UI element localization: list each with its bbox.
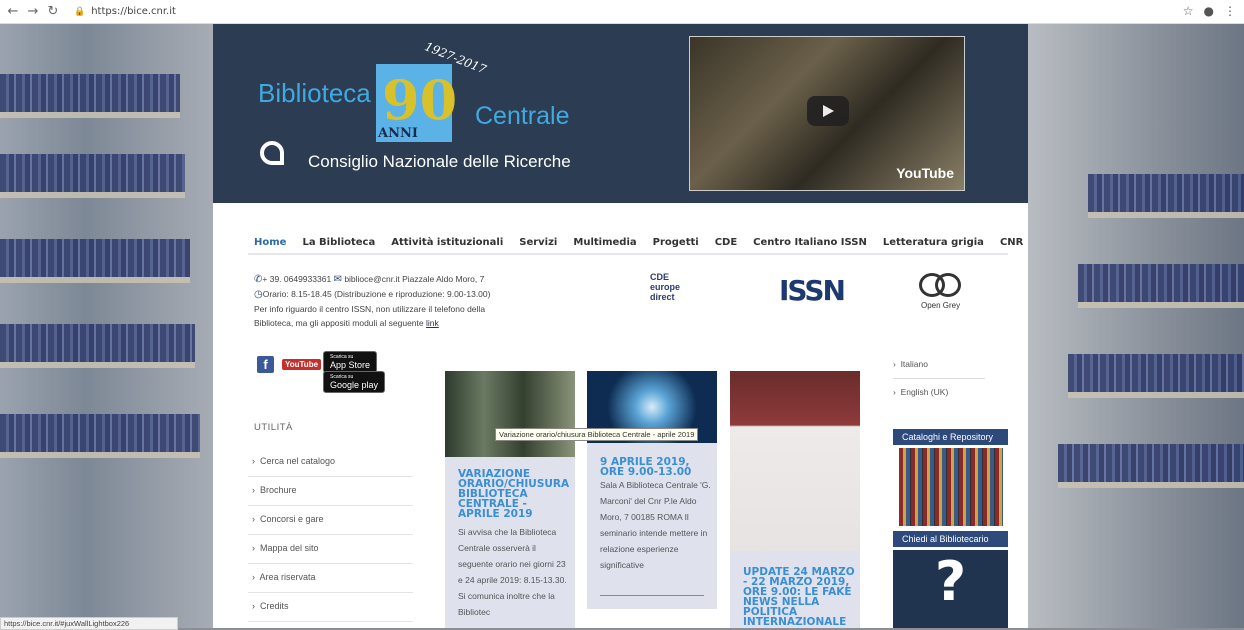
sidebar-item-concorsi[interactable]: › Concorsi e gare bbox=[248, 506, 413, 535]
play-icon[interactable] bbox=[807, 96, 849, 126]
star-icon[interactable]: ☆ bbox=[1183, 4, 1194, 18]
lang-italiano[interactable]: › Italiano bbox=[893, 359, 928, 369]
video-player[interactable]: YouTube bbox=[689, 36, 965, 191]
banner-chiedi[interactable]: Chiedi al Bibliotecario bbox=[893, 531, 1008, 547]
youtube-logo[interactable]: YouTube bbox=[896, 165, 954, 181]
main-menu: Home La Biblioteca Attività istituzional… bbox=[254, 237, 1023, 248]
menu-progetti[interactable]: Progetti bbox=[653, 237, 699, 248]
sidebar-item-mappa[interactable]: › Mappa del sito bbox=[248, 535, 413, 564]
news-image-1[interactable] bbox=[445, 371, 575, 457]
address-bar[interactable]: https://bice.cnr.it bbox=[91, 6, 176, 17]
lang-english[interactable]: › English (UK) bbox=[893, 387, 948, 397]
news-title-2[interactable]: 9 APRILE 2019, ORE 9.00-13.00 bbox=[600, 457, 712, 478]
clock-icon: ◷ bbox=[254, 289, 263, 300]
contact-info: ✆+ 39. 0649933361 ✉ biblioce@cnr.it Piaz… bbox=[254, 272, 504, 330]
org-name: Consiglio Nazionale delle Ricerche bbox=[308, 152, 571, 171]
sidebar-item-credits[interactable]: › Credits bbox=[248, 593, 413, 622]
menu-issn[interactable]: Centro Italiano ISSN bbox=[753, 237, 867, 248]
phone: + 39. 0649933361 bbox=[262, 274, 332, 284]
email[interactable]: biblioce@cnr.it bbox=[344, 274, 399, 284]
news-card-3[interactable]: UPDATE 24 MARZO - 22 MARZO 2019, ORE 9.0… bbox=[730, 371, 860, 628]
browser-toolbar: ← → ↻ 🔒 https://bice.cnr.it ☆ ● ⋮ bbox=[0, 0, 1244, 24]
cde-logo[interactable]: CDE europe direct bbox=[650, 272, 700, 302]
account-icon[interactable]: ● bbox=[1204, 4, 1214, 18]
page-content: Biblioteca 90 ANNI 1927-2017 Centrale Con… bbox=[213, 24, 1028, 628]
sidebar-title: UTILITÀ bbox=[254, 422, 293, 433]
news-divider-2 bbox=[600, 595, 704, 596]
youtube-icon[interactable]: YouTube bbox=[282, 359, 322, 370]
google-play-badge[interactable]: Scarica su Google play bbox=[323, 371, 386, 393]
logo-90: 90 ANNI bbox=[376, 64, 457, 142]
lang-divider bbox=[893, 378, 985, 379]
status-bar: https://bice.cnr.it/#juxWallLightbox226 bbox=[0, 617, 178, 630]
email-icon: ✉ bbox=[333, 274, 342, 285]
background-left bbox=[0, 24, 213, 628]
news-image-3[interactable] bbox=[730, 371, 860, 551]
issn-link[interactable]: link bbox=[426, 318, 439, 328]
social-links: f YouTube bbox=[257, 356, 322, 373]
news-title-1[interactable]: VARIAZIONE ORARIO/CHIUSURA BIBLIOTECA CE… bbox=[458, 469, 570, 520]
news-text-1: Si avvisa che la Biblioteca Centrale oss… bbox=[458, 527, 567, 617]
menu-servizi[interactable]: Servizi bbox=[519, 237, 557, 248]
app-store-badge[interactable]: Scarica su App Store bbox=[323, 351, 378, 373]
logo-centrale: Centrale bbox=[475, 102, 570, 130]
background-right bbox=[1028, 24, 1244, 628]
sidebar-item-area-riservata[interactable]: › Area riservata bbox=[248, 564, 413, 593]
tooltip: Variazione orario/chiusura Biblioteca Ce… bbox=[495, 428, 699, 441]
question-icon[interactable]: ? bbox=[893, 550, 1008, 628]
header-banner: Biblioteca 90 ANNI 1927-2017 Centrale Con… bbox=[213, 24, 1028, 203]
lock-icon: 🔒 bbox=[74, 6, 86, 17]
menu-attivita[interactable]: Attività istituzionali bbox=[391, 237, 503, 248]
issn-logo[interactable]: ISSN bbox=[779, 274, 846, 307]
issn-note: Per info riguardo il centro ISSN, non ut… bbox=[254, 304, 486, 328]
news-card-2[interactable]: 9 APRILE 2019, ORE 9.00-13.00 Sala A Bib… bbox=[587, 371, 717, 609]
opengrey-logo[interactable]: Open Grey bbox=[919, 273, 963, 310]
logo-biblioteca[interactable]: Biblioteca bbox=[258, 78, 371, 109]
menu-divider bbox=[248, 253, 1008, 255]
menu-letteratura-grigia[interactable]: Letteratura grigia bbox=[883, 237, 984, 248]
menu-cde[interactable]: CDE bbox=[715, 237, 737, 248]
reload-icon[interactable]: ↻ bbox=[46, 4, 60, 19]
cnr-logo-icon bbox=[260, 141, 284, 165]
news-title-3[interactable]: UPDATE 24 MARZO - 22 MARZO 2019, ORE 9.0… bbox=[743, 567, 855, 628]
sidebar-utilita: UTILITÀ › Cerca nel catalogo › Brochure … bbox=[248, 422, 413, 622]
sidebar-item-cerca[interactable]: › Cerca nel catalogo bbox=[248, 448, 413, 477]
catalog-image[interactable] bbox=[899, 448, 1003, 526]
forward-icon[interactable]: → bbox=[26, 4, 40, 19]
address: Piazzale Aldo Moro, 7 bbox=[402, 274, 485, 284]
sidebar-item-brochure[interactable]: › Brochure bbox=[248, 477, 413, 506]
news-text-2: Sala A Biblioteca Centrale 'G. Marconi' … bbox=[600, 480, 711, 570]
menu-cnr[interactable]: CNR bbox=[1000, 237, 1023, 248]
news-card-1[interactable]: VARIAZIONE ORARIO/CHIUSURA BIBLIOTECA CE… bbox=[445, 371, 575, 628]
facebook-icon[interactable]: f bbox=[257, 356, 274, 373]
menu-home[interactable]: Home bbox=[254, 237, 286, 248]
menu-la-biblioteca[interactable]: La Biblioteca bbox=[302, 237, 375, 248]
back-icon[interactable]: ← bbox=[6, 4, 20, 19]
menu-multimedia[interactable]: Multimedia bbox=[573, 237, 636, 248]
hours: Orario: 8.15-18.45 (Distribuzione e ripr… bbox=[262, 289, 491, 299]
menu-icon[interactable]: ⋮ bbox=[1224, 4, 1236, 18]
banner-cataloghi[interactable]: Cataloghi e Repository bbox=[893, 429, 1008, 445]
